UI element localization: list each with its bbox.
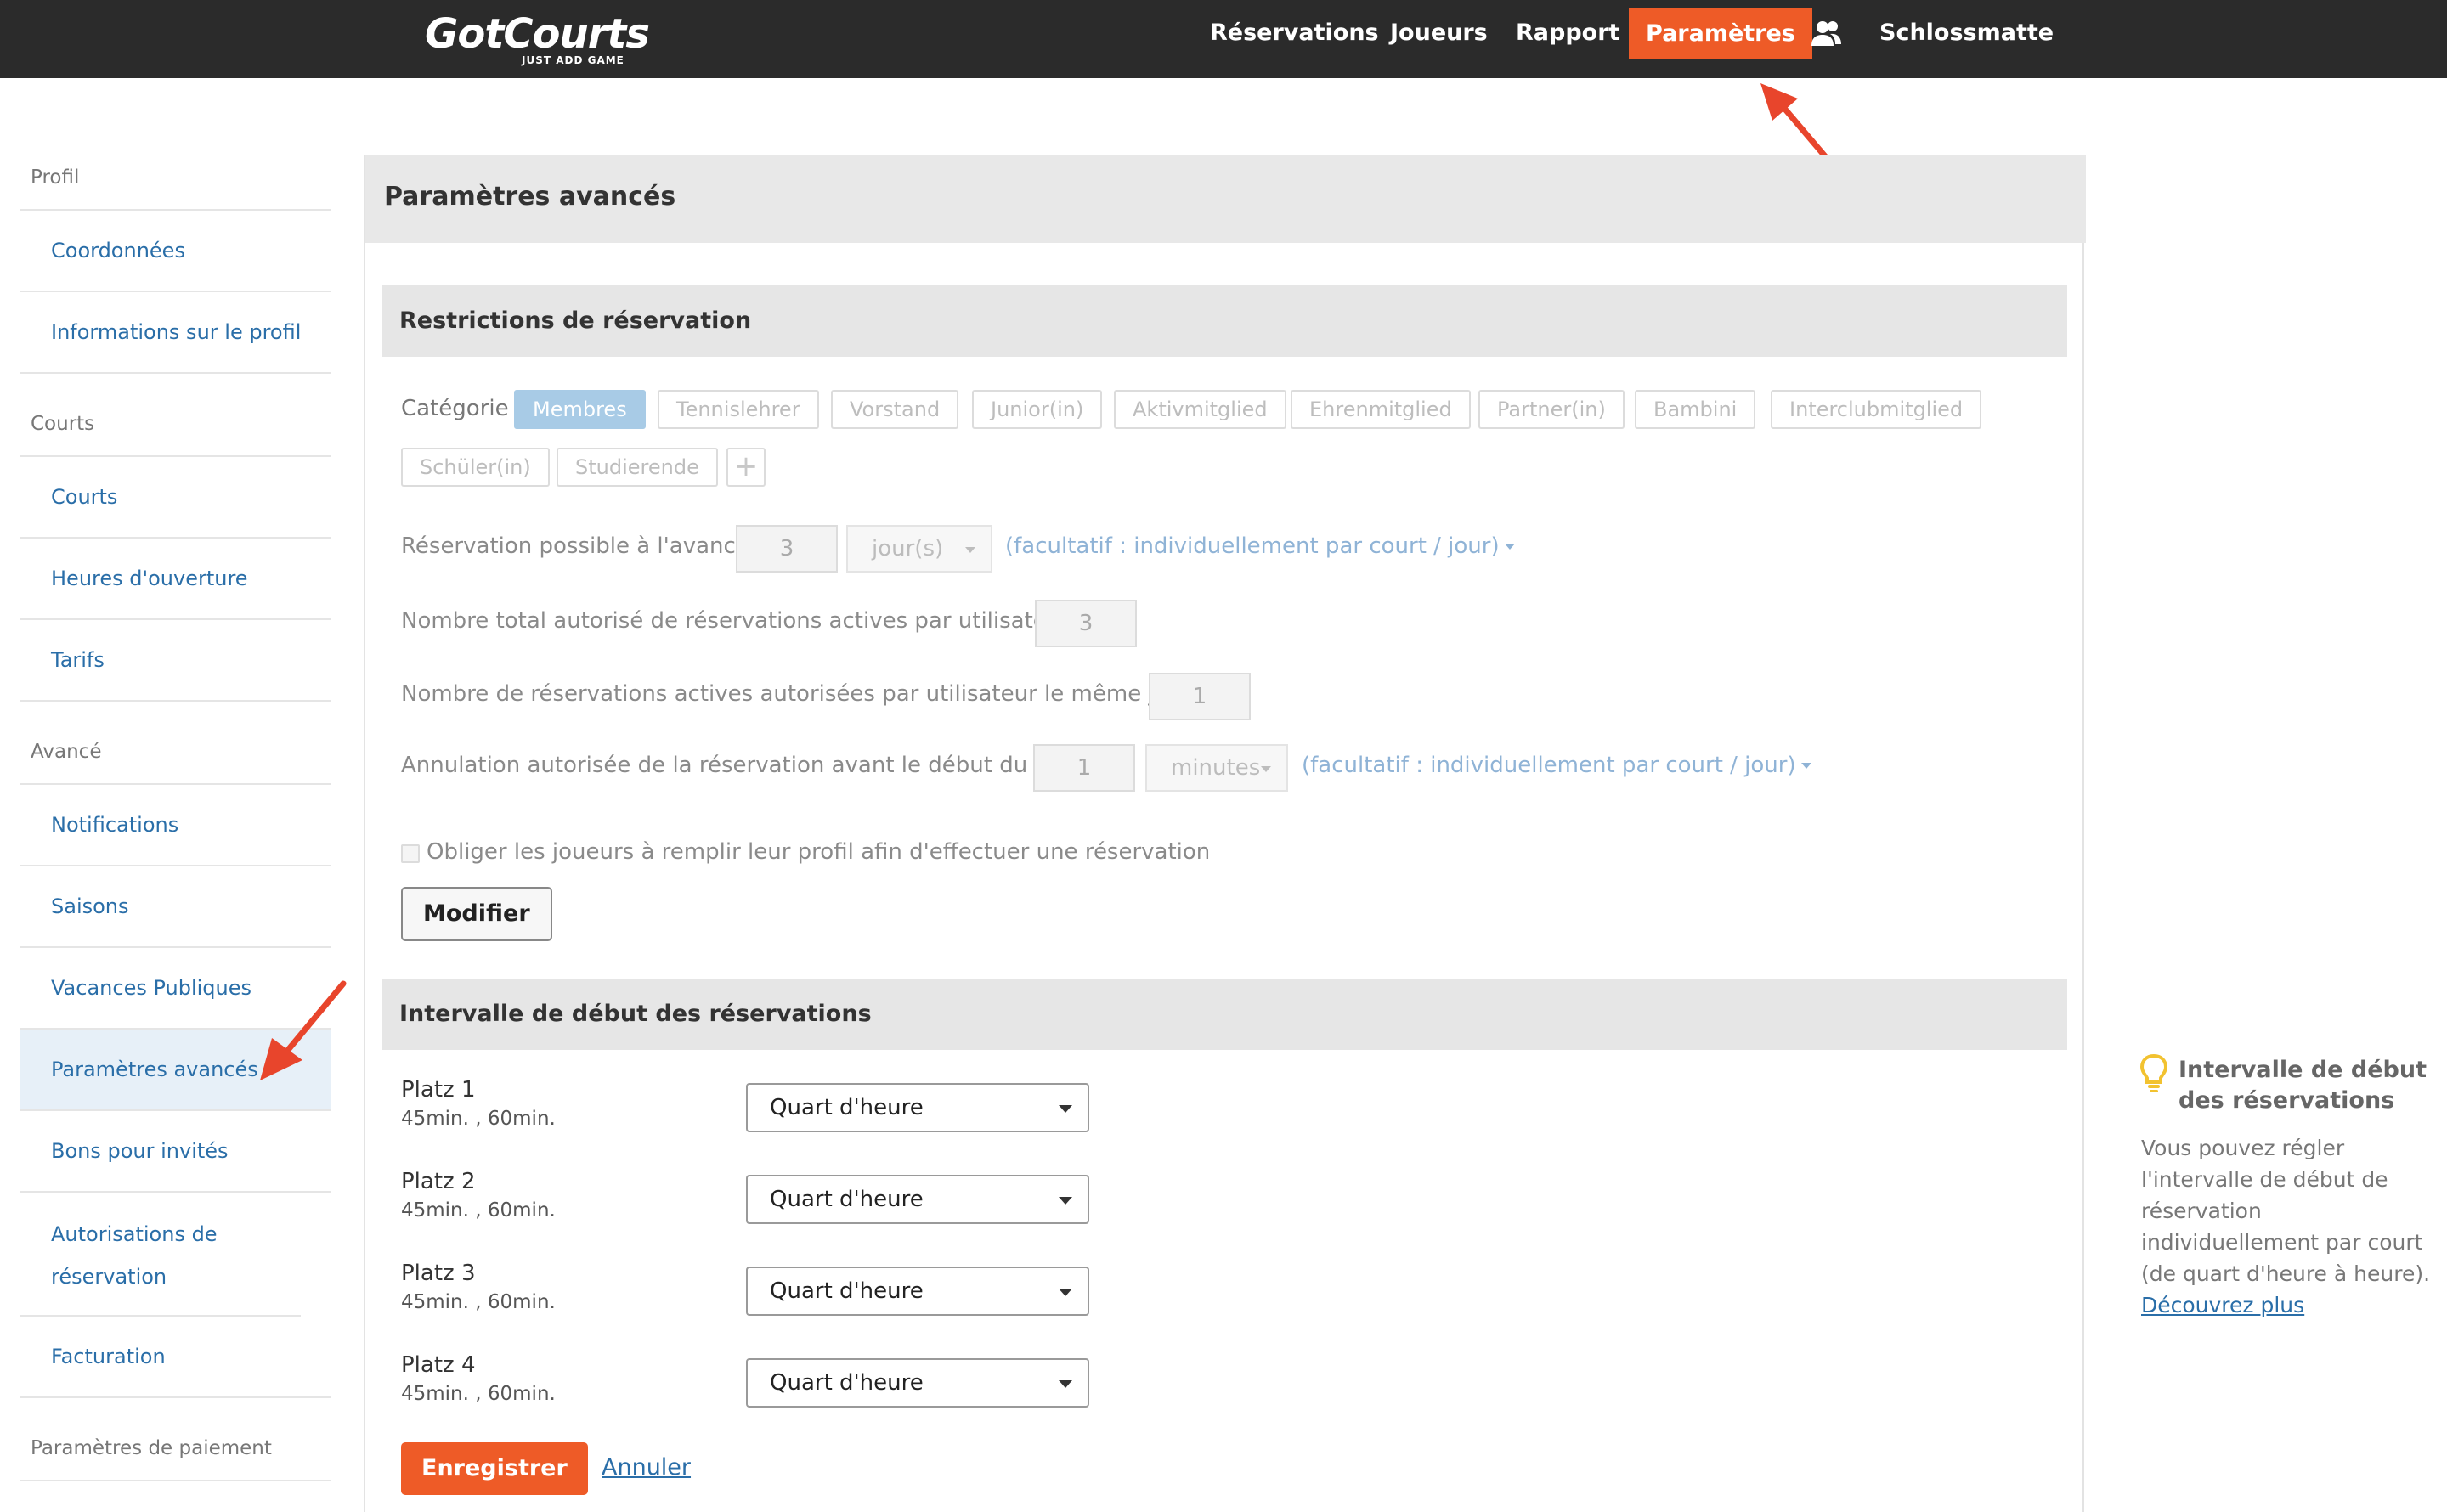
court-4-name: Platz 4 [401,1352,476,1378]
modify-button[interactable]: Modifier [401,887,552,941]
court-3-interval-value: Quart d'heure [770,1278,924,1304]
sidebar-item-notifications[interactable]: Notifications [20,785,331,866]
help-title: Intervalle de début des réservations [2179,1057,2427,1114]
advanced-settings-panel: Paramètres avancés Restrictions de réser… [364,155,2086,1512]
sidebar-item-tarifs[interactable]: Tarifs [20,620,331,702]
advance-individual-link[interactable]: (facultatif : individuellement par court… [1005,533,1515,559]
sidebar-section-courts: Courts [20,399,331,457]
category-label: Catégorie [401,396,509,421]
caret-down-icon [1504,544,1515,550]
page-title: Paramètres avancés [384,182,676,212]
same-day-label: Nombre de réservations actives autorisée… [401,681,1206,707]
advance-unit-value: jour(s) [872,536,944,561]
chevron-down-icon [1059,1105,1072,1113]
logo-text: GotCourts [425,10,650,58]
sidebar-item-coordonnees[interactable]: Coordonnées [20,211,331,292]
category-chip-membres[interactable]: Membres [514,390,646,429]
advance-booking-input[interactable]: 3 [736,525,838,573]
lightbulb-icon [2139,1053,2168,1092]
chevron-down-icon [1059,1197,1072,1205]
court-4-durations: 45min. , 60min. [401,1383,556,1405]
restrictions-title: Restrictions de réservation [399,307,752,334]
users-icon[interactable] [1810,19,1844,49]
same-day-input[interactable]: 1 [1149,673,1251,720]
help-panel: Vous pouvez régler l'intervalle de début… [2141,1132,2439,1321]
cancellation-unit-select[interactable]: minutes [1145,744,1288,792]
category-chip-vorstand[interactable]: Vorstand [831,390,959,429]
court-2-name: Platz 2 [401,1169,476,1194]
chevron-down-icon [965,547,975,553]
help-text: Vous pouvez régler l'intervalle de début… [2141,1136,2431,1286]
advance-individual-link-text: (facultatif : individuellement par court… [1005,533,1500,559]
category-chip-interclubmitglied[interactable]: Interclubmitglied [1771,390,1982,429]
category-chip-bambini[interactable]: Bambini [1635,390,1756,429]
court-2-durations: 45min. , 60min. [401,1199,556,1221]
save-button[interactable]: Enregistrer [401,1442,588,1495]
category-chip-ehrenmitglied[interactable]: Ehrenmitglied [1291,390,1471,429]
caret-down-icon [1800,763,1811,769]
profile-required-checkbox[interactable] [401,844,420,863]
add-category-button[interactable]: + [726,448,766,487]
panel-header: Paramètres avancés [365,155,2086,243]
court-3-durations: 45min. , 60min. [401,1291,556,1313]
sidebar-section-avance: Avancé [20,727,331,785]
chevron-down-icon [1261,766,1271,772]
court-1-interval-select[interactable]: Quart d'heure [746,1083,1089,1132]
sidebar-item-courts[interactable]: Courts [20,457,331,539]
court-4-interval-select[interactable]: Quart d'heure [746,1358,1089,1408]
nav-reservations[interactable]: Réservations [1210,0,1379,66]
cancellation-individual-link[interactable]: (facultatif : individuellement par court… [1302,753,1811,778]
cancel-link[interactable]: Annuler [602,1454,691,1481]
sidebar-item-facturation[interactable]: Facturation [20,1317,331,1398]
top-navigation-bar: GotCourts JUST ADD GAME Réservations Jou… [0,0,2447,78]
sidebar-section-profil: Profil [20,153,331,211]
learn-more-link[interactable]: Découvrez plus [2141,1293,2304,1317]
nav-rapport[interactable]: Rapport [1516,0,1619,66]
total-active-label: Nombre total autorisé de réservations ac… [401,608,1084,634]
court-3-name: Platz 3 [401,1261,476,1286]
chevron-down-icon [1059,1289,1072,1296]
category-chip-aktivmitglied[interactable]: Aktivmitglied [1114,390,1286,429]
court-1-interval-value: Quart d'heure [770,1095,924,1120]
chevron-down-icon [1059,1380,1072,1388]
gotcourts-logo[interactable]: GotCourts JUST ADD GAME [425,10,650,70]
nav-parametres[interactable]: Paramètres [1629,8,1812,59]
sidebar-item-informations-profil[interactable]: Informations sur le profil [20,292,331,374]
cancellation-unit-value: minutes [1171,755,1261,781]
cancellation-input[interactable]: 1 [1033,744,1135,792]
sidebar-item-saisons[interactable]: Saisons [20,866,331,948]
cancellation-individual-link-text: (facultatif : individuellement par court… [1302,753,1796,778]
category-chip-schueler[interactable]: Schüler(in) [401,448,550,487]
category-chip-tennislehrer[interactable]: Tennislehrer [658,390,819,429]
nav-joueurs[interactable]: Joueurs [1390,0,1488,66]
court-2-interval-value: Quart d'heure [770,1187,924,1212]
interval-section-header: Intervalle de début des réservations [382,979,2067,1050]
sidebar-section-parametres-paiement: Paramètres de paiement [20,1424,331,1481]
sidebar-item-bons-invites[interactable]: Bons pour invités [20,1111,331,1193]
nav-club-name[interactable]: Schlossmatte [1879,0,2054,66]
court-1-name: Platz 1 [401,1077,476,1103]
cancellation-label: Annulation autorisée de la réservation a… [401,753,1083,778]
advance-unit-select[interactable]: jour(s) [846,525,992,573]
court-2-interval-select[interactable]: Quart d'heure [746,1175,1089,1224]
advance-booking-label: Réservation possible à l'avance : [401,533,764,559]
court-4-interval-value: Quart d'heure [770,1370,924,1396]
category-chip-junior[interactable]: Junior(in) [972,390,1103,429]
settings-sidebar: Profil Coordonnées Informations sur le p… [20,153,331,1481]
interval-title: Intervalle de début des réservations [399,1001,872,1027]
total-active-input[interactable]: 3 [1035,600,1137,647]
restrictions-section-header: Restrictions de réservation [382,285,2067,357]
sidebar-item-autorisations-reservation[interactable]: Autorisations de réservation [20,1193,301,1317]
annotation-arrow-icon [260,980,347,1080]
category-chip-partner[interactable]: Partner(in) [1478,390,1625,429]
court-1-durations: 45min. , 60min. [401,1108,556,1130]
logo-tagline: JUST ADD GAME [522,54,624,66]
sidebar-item-heures-ouverture[interactable]: Heures d'ouverture [20,539,331,620]
profile-required-label: Obliger les joueurs à remplir leur profi… [427,839,1211,865]
category-chip-studierende[interactable]: Studierende [557,448,718,487]
court-3-interval-select[interactable]: Quart d'heure [746,1267,1089,1316]
